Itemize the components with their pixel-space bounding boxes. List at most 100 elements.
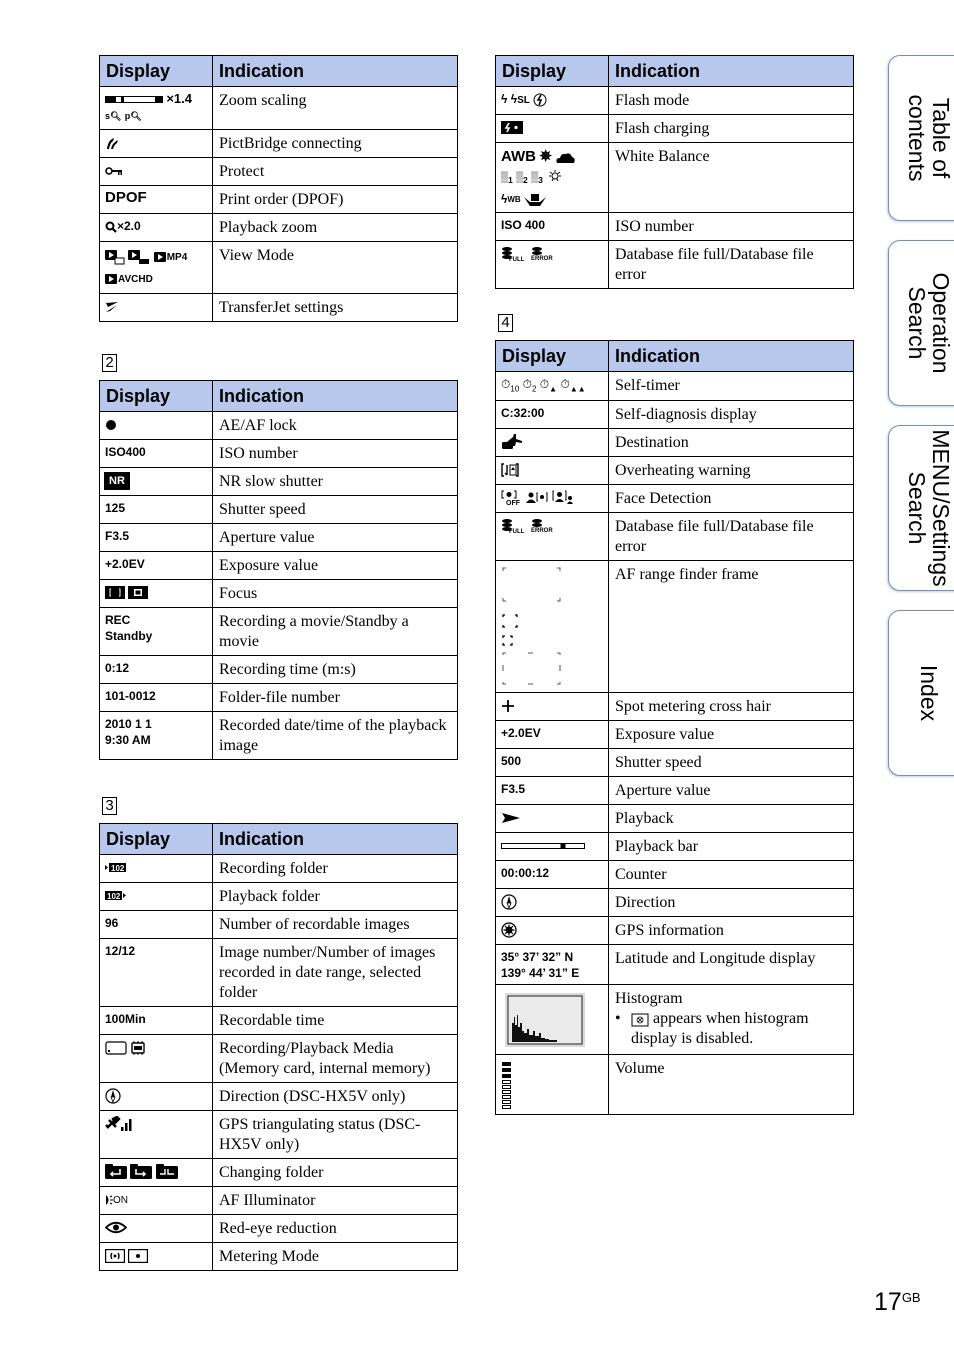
table-row: NR NR slow shutter bbox=[99, 467, 458, 496]
display-cell bbox=[99, 1034, 213, 1083]
flash-icon: ϟ bbox=[501, 92, 508, 106]
table-row: ×1.4 s🔍︎ p🔍︎ Zoom scaling bbox=[99, 86, 458, 130]
histogram-disabled-icon bbox=[631, 1013, 649, 1027]
fluorescent-2-icon: ▒2 bbox=[516, 172, 528, 185]
self-portrait-two-icon: ⏱︎▲▲ bbox=[560, 377, 586, 394]
display-cell: 35° 37’ 32” N 139° 44’ 31” E bbox=[495, 944, 609, 986]
indication-cell: AF Illuminator bbox=[212, 1186, 458, 1215]
display-cell: ISO400 bbox=[99, 439, 213, 468]
indication-cell: Exposure value bbox=[608, 720, 854, 750]
view-mode-date-icon bbox=[105, 249, 125, 265]
indication-cell: Playback zoom bbox=[212, 213, 458, 242]
self-portrait-one-icon: ⏱︎▲ bbox=[539, 377, 558, 394]
section-number-3: 3 bbox=[102, 797, 117, 815]
table-row: ×2.0 Playback zoom bbox=[99, 213, 458, 242]
table-row: 12/12 Image number/Number of images reco… bbox=[99, 938, 458, 1007]
display-cell bbox=[99, 293, 213, 322]
table-row: Direction bbox=[495, 888, 854, 918]
indication-cell: Direction bbox=[608, 888, 854, 918]
compass-direction-icon bbox=[501, 894, 517, 910]
table-row: 96 Number of recordable images bbox=[99, 910, 458, 939]
indication-cell: Aperture value bbox=[212, 523, 458, 552]
histogram-label: Histogram bbox=[615, 990, 683, 1008]
display-cell bbox=[495, 832, 609, 862]
indication-cell: Shutter speed bbox=[608, 748, 854, 778]
eye-icon bbox=[105, 1222, 127, 1234]
page-number-value: 17 bbox=[874, 1288, 902, 1316]
playback-triangle-icon bbox=[502, 813, 520, 824]
table-row: REC Standby Recording a movie/Standby a … bbox=[99, 607, 458, 656]
table-row: ISO400 ISO number bbox=[99, 439, 458, 468]
af-frame-center-icon bbox=[502, 614, 518, 629]
display-cell: FULL ERROR bbox=[495, 512, 609, 562]
table-row: Changing folder bbox=[99, 1158, 458, 1187]
face-detection-off-icon: OFF bbox=[501, 490, 521, 506]
display-cell: +2.0EV bbox=[495, 720, 609, 750]
svg-text:FULL: FULL bbox=[509, 257, 525, 262]
af-range-finder-frames bbox=[502, 567, 561, 685]
header-display: Display bbox=[99, 823, 213, 855]
display-cell bbox=[495, 692, 609, 722]
spot-metering-icon bbox=[128, 1248, 149, 1263]
table-row: GPS information bbox=[495, 916, 854, 946]
display-cell: 12/12 bbox=[99, 938, 213, 1007]
indication-cell: Flash mode bbox=[608, 86, 854, 115]
magnifier-icon bbox=[105, 221, 117, 233]
display-cell: +2.0EV bbox=[99, 551, 213, 580]
side-tab-index[interactable]: Index bbox=[888, 610, 954, 776]
display-cell: F3.5 bbox=[495, 776, 609, 806]
indication-cell: Playback bbox=[608, 804, 854, 834]
face-detection-child-icon bbox=[526, 492, 548, 504]
svg-text:ERROR: ERROR bbox=[531, 528, 553, 534]
page-number-suffix: GB bbox=[901, 1290, 921, 1305]
table-row: 101-0012 Folder-file number bbox=[99, 683, 458, 712]
indication-cell: View Mode bbox=[212, 241, 458, 294]
table-row: 00:00:12 Counter bbox=[495, 860, 854, 890]
overheating-icon bbox=[501, 463, 519, 477]
indication-cell: GPS information bbox=[608, 916, 854, 946]
side-tab-operation-search[interactable]: Operation Search bbox=[888, 240, 954, 406]
display-cell: F3.5 bbox=[99, 523, 213, 552]
display-cell: 101-0012 bbox=[99, 683, 213, 712]
table-row: 102 Recording folder bbox=[99, 854, 458, 883]
side-tab-label: Operation Search bbox=[904, 272, 954, 374]
table-row: TransferJet settings bbox=[99, 293, 458, 322]
table-row: PictBridge connecting bbox=[99, 129, 458, 158]
indication-cell: ISO number bbox=[212, 439, 458, 468]
table-row: ϟ ϟSL Flash mode bbox=[495, 86, 854, 115]
table-row: 102 Playback folder bbox=[99, 882, 458, 911]
display-cell bbox=[99, 1110, 213, 1159]
table-row: Playback bar bbox=[495, 832, 854, 862]
indication-cell: PictBridge connecting bbox=[212, 129, 458, 158]
table-row: 100Min Recordable time bbox=[99, 1006, 458, 1035]
display-cell bbox=[99, 1082, 213, 1111]
display-cell: 125 bbox=[99, 495, 213, 524]
self-timer-10-icon: ⏱︎10 bbox=[501, 377, 520, 394]
header-display: Display bbox=[495, 340, 609, 372]
compass-direction-icon bbox=[105, 1088, 121, 1104]
indication-cell: Image number/Number of images recorded i… bbox=[212, 938, 458, 1007]
table-row: Overheating warning bbox=[495, 456, 854, 486]
display-cell: FULL ERROR bbox=[495, 240, 609, 289]
table-row: Recording/Playback Media (Memory card, i… bbox=[99, 1034, 458, 1083]
volume-bars-icon bbox=[502, 1062, 511, 1110]
display-cell: REC Standby bbox=[99, 607, 213, 656]
display-cell bbox=[495, 888, 609, 918]
indication-cell: Shutter speed bbox=[212, 495, 458, 524]
display-cell: ×1.4 s🔍︎ p🔍︎ bbox=[99, 86, 213, 130]
database-error-icon: ERROR bbox=[531, 246, 554, 262]
display-cell: 2010 1 1 9:30 AM bbox=[99, 711, 213, 760]
table-row: MP4 AVCHD View Mode bbox=[99, 241, 458, 294]
table-row: 125 Shutter speed bbox=[99, 495, 458, 524]
indication-cell: Counter bbox=[608, 860, 854, 890]
indication-cell: Self-timer bbox=[608, 370, 854, 402]
display-cell: 102 bbox=[99, 882, 213, 911]
header-indication: Indication bbox=[212, 380, 458, 412]
table-row: F3.5 Aperture value bbox=[99, 523, 458, 552]
display-cell bbox=[495, 916, 609, 946]
side-tab-menu-settings-search[interactable]: MENU/Settings Search bbox=[888, 425, 954, 591]
indicator-table-4: Display Indication ⏱︎10 ⏱︎2 ⏱︎▲ ⏱︎▲▲ Sel… bbox=[495, 340, 854, 1116]
mp4-label: MP4 bbox=[166, 252, 188, 263]
side-tab-table-of-contents[interactable]: Table of contents bbox=[888, 55, 954, 221]
histogram-icon bbox=[505, 993, 585, 1048]
